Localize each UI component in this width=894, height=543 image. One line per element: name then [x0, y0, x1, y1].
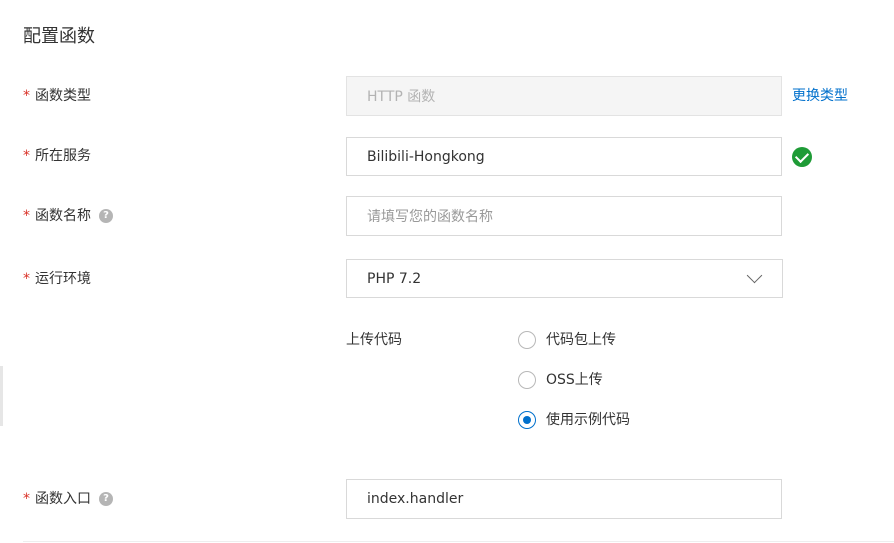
function-name-input[interactable]: 请填写您的函数名称 — [346, 196, 782, 236]
radio-option-oss-upload[interactable]: OSS上传 — [518, 370, 603, 390]
service-label: * 所在服务 — [23, 146, 91, 166]
runtime-select[interactable]: PHP 7.2 — [346, 259, 783, 298]
upload-code-label: 上传代码 — [346, 332, 402, 348]
function-type-value: HTTP 函数 — [367, 89, 436, 105]
required-mark: * — [23, 88, 30, 104]
radio-option-label: 使用示例代码 — [546, 412, 630, 428]
required-mark: * — [23, 491, 30, 507]
function-name-placeholder: 请填写您的函数名称 — [367, 209, 493, 225]
radio-button[interactable] — [518, 371, 536, 389]
help-icon[interactable]: ? — [99, 209, 113, 223]
section-title: 配置函数 — [23, 26, 95, 47]
required-mark: * — [23, 271, 30, 287]
runtime-label: * 运行环境 — [23, 269, 91, 289]
service-value: Bilibili-Hongkong — [367, 148, 485, 165]
change-type-link[interactable]: 更换类型 — [792, 86, 848, 106]
handler-input[interactable]: index.handler — [346, 479, 782, 519]
radio-option-label: OSS上传 — [546, 372, 603, 388]
handler-label-text: 函数入口 — [35, 491, 91, 507]
radio-option-label: 代码包上传 — [546, 332, 616, 348]
service-field[interactable]: Bilibili-Hongkong — [346, 137, 782, 176]
required-mark: * — [23, 148, 30, 164]
check-circle-icon — [792, 147, 812, 167]
function-name-label: * 函数名称 ? — [23, 206, 113, 226]
radio-button-checked[interactable] — [518, 411, 536, 429]
service-label-text: 所在服务 — [35, 148, 91, 164]
left-edge-scroll-indicator — [0, 366, 3, 426]
radio-option-package-upload[interactable]: 代码包上传 — [518, 330, 616, 350]
runtime-value: PHP 7.2 — [367, 270, 422, 287]
help-icon[interactable]: ? — [99, 492, 113, 506]
bottom-divider — [23, 541, 894, 542]
function-name-label-text: 函数名称 — [35, 208, 91, 224]
configure-function-page: 配置函数 * 函数类型 HTTP 函数 更换类型 * 所在服务 Bilibili… — [0, 0, 894, 543]
required-mark: * — [23, 208, 30, 224]
function-type-field: HTTP 函数 — [346, 76, 782, 116]
radio-button[interactable] — [518, 331, 536, 349]
handler-label: * 函数入口 ? — [23, 489, 113, 509]
function-type-label-text: 函数类型 — [35, 88, 91, 104]
handler-value: index.handler — [367, 491, 464, 507]
function-type-label: * 函数类型 — [23, 86, 91, 106]
radio-option-sample-code[interactable]: 使用示例代码 — [518, 410, 630, 430]
runtime-label-text: 运行环境 — [35, 271, 91, 287]
chevron-down-icon — [746, 267, 763, 284]
